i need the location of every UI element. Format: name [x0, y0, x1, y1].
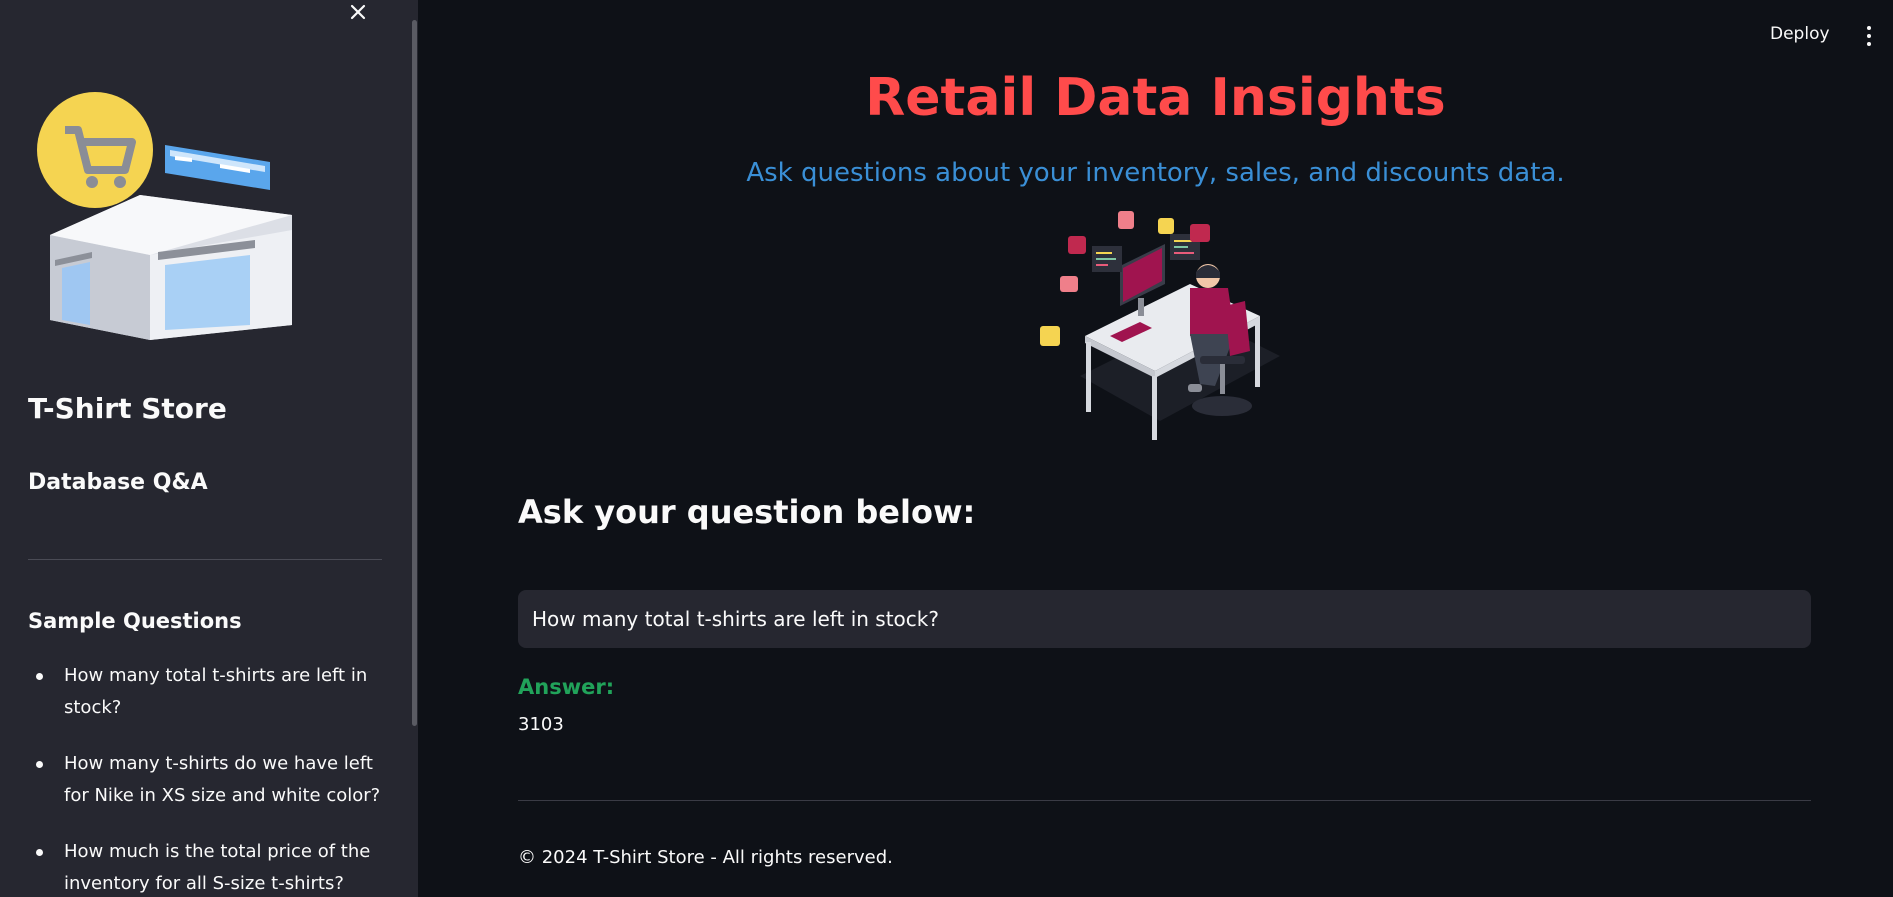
page-title: Retail Data Insights: [865, 68, 1446, 128]
sidebar-subtitle: Database Q&A: [28, 470, 208, 495]
page-subtitle: Ask questions about your inventory, sale…: [746, 158, 1565, 188]
sidebar-divider: [28, 559, 382, 560]
sample-questions-title: Sample Questions: [28, 609, 242, 633]
list-item: How many total t-shirts are left in stoc…: [28, 660, 388, 724]
ask-heading: Ask your question below:: [518, 493, 976, 531]
footer-text: © 2024 T-Shirt Store - All rights reserv…: [518, 847, 893, 868]
answer-label: Answer:: [518, 675, 615, 699]
bullet-icon: [36, 761, 43, 768]
close-icon[interactable]: [346, 0, 370, 24]
store-logo: [30, 90, 292, 340]
more-vertical-icon[interactable]: [1862, 26, 1876, 52]
sidebar-scrollbar[interactable]: [412, 20, 417, 726]
question-input[interactable]: [518, 590, 1811, 648]
developer-illustration: [1040, 206, 1286, 442]
sidebar: T-Shirt Store Database Q&A Sample Questi…: [0, 0, 418, 897]
bullet-icon: [36, 673, 43, 680]
sample-questions-list: How many total t-shirts are left in stoc…: [28, 660, 388, 897]
list-item: How many t-shirts do we have left for Ni…: [28, 748, 388, 812]
footer-divider: [518, 800, 1811, 801]
list-item: How much is the total price of the inven…: [28, 836, 388, 897]
deploy-button[interactable]: Deploy: [1770, 24, 1830, 44]
store-name: T-Shirt Store: [28, 392, 227, 425]
sample-question-text: How many total t-shirts are left in stoc…: [64, 665, 368, 718]
sample-question-text: How many t-shirts do we have left for Ni…: [64, 753, 381, 806]
answer-value: 3103: [518, 714, 564, 735]
sample-question-text: How much is the total price of the inven…: [64, 841, 371, 894]
bullet-icon: [36, 849, 43, 856]
